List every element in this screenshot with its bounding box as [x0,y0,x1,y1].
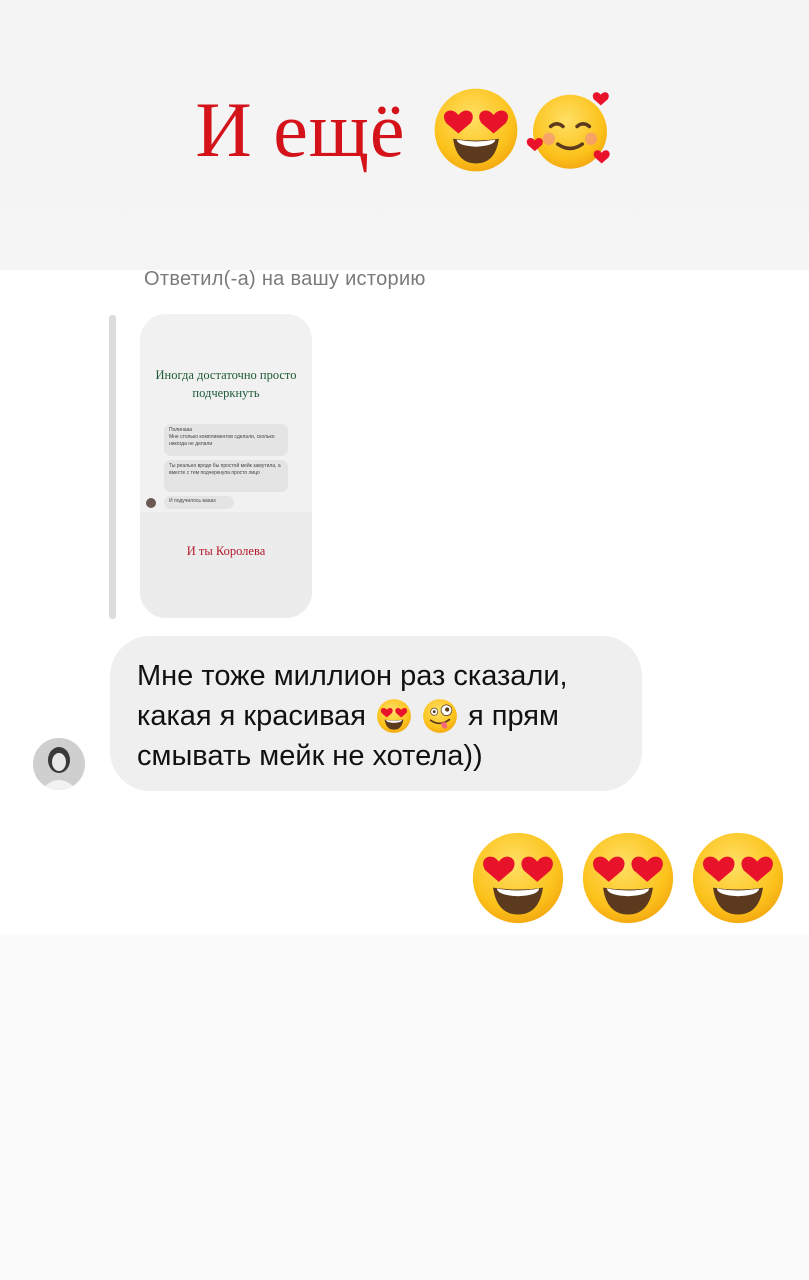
message-line-2: какая я красивая я прям [137,696,614,736]
story-title: Иногда достаточно просто подчеркнуть [155,368,297,400]
quote-bar [109,315,116,619]
story-mini-message: Полинааа Мне столько комплиментов сделал… [164,424,288,456]
heart-eyes-icon [580,830,676,926]
message-line-1: Мне тоже миллион раз сказали, [137,660,568,692]
story-mini-avatar [146,498,156,508]
avatar[interactable] [33,738,85,790]
message-text: какая я красивая [137,700,366,732]
headline-emojis [432,86,614,174]
heart-eyes-icon [432,86,520,174]
message-bubble[interactable]: Мне тоже миллион раз сказали, какая я кр… [110,636,642,791]
story-mini-message: И подучилось вааах [164,496,234,509]
heart-eyes-icon [376,698,412,734]
avatar-photo-icon [33,738,85,790]
message-text: я прям [467,700,559,732]
smiling-face-with-hearts-icon [526,86,614,174]
story-headline: И ещё [0,70,809,190]
zany-face-icon [422,698,458,734]
bottom-area [0,935,809,1280]
heart-eyes-icon [690,830,786,926]
replied-to-story-label: Ответил(-а) на вашу историю [144,268,426,290]
story-preview[interactable]: Иногда достаточно просто подчеркнуть Пол… [140,314,312,618]
headline-text: И ещё [195,86,406,173]
story-mini-message: Ты реально вроде бы простой мейк замутил… [164,460,288,492]
story-bottom-band [140,512,312,618]
message-line-3: смывать мейк не хотела)) [137,740,483,772]
heart-eyes-icon [470,830,566,926]
emoji-reactions [470,830,790,926]
story-subtitle: И ты Королева [186,544,266,558]
